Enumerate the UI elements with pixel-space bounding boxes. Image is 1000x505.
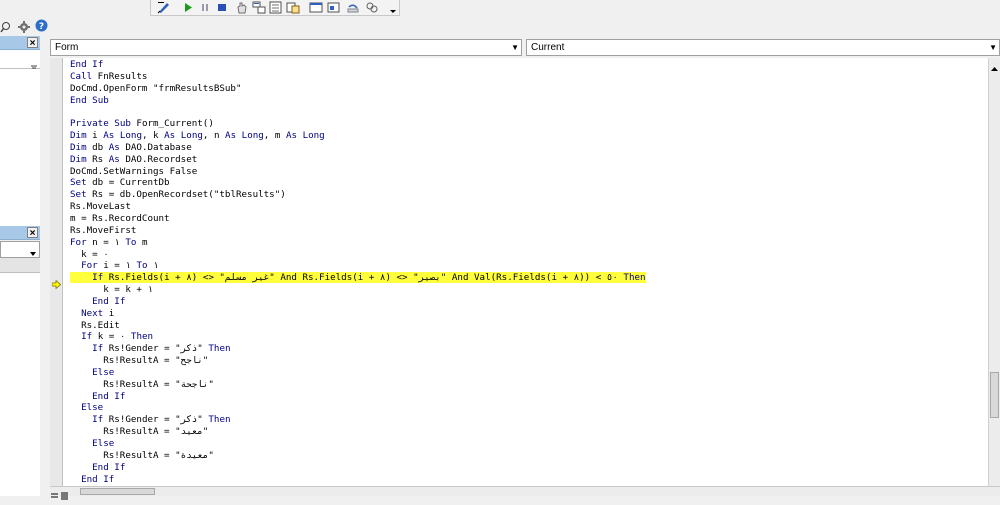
standard-toolbar	[150, 0, 400, 16]
code-line[interactable]: End If	[70, 59, 646, 71]
break-icon[interactable]	[198, 1, 212, 14]
project-explorer-titlebar: ×	[0, 36, 40, 50]
close-icon[interactable]: ×	[27, 227, 38, 239]
code-line[interactable]: Else	[70, 367, 646, 379]
code-line[interactable]: Rs.Edit	[70, 320, 646, 332]
code-line[interactable]: m = Rs.RecordCount	[70, 213, 646, 225]
code-line[interactable]: Private Sub Form_Current()	[70, 118, 646, 130]
code-line[interactable]: Else	[70, 402, 646, 414]
code-line[interactable]: End If	[70, 462, 646, 474]
full-module-view-icon[interactable]	[60, 487, 69, 500]
code-line[interactable]: Rs.MoveFirst	[70, 225, 646, 237]
help-icon[interactable]: ?	[35, 19, 48, 32]
left-toolbar: ?	[0, 18, 50, 36]
svg-text:?: ?	[39, 22, 44, 32]
code-line[interactable]: Call FnResults	[70, 71, 646, 83]
vertical-scrollbar[interactable]	[988, 58, 1000, 486]
code-line[interactable]: If Rs.Fields(i + ٨) <> "غير مسلم" And Rs…	[70, 272, 646, 284]
code-line[interactable]: Rs!ResultA = "معيد"	[70, 426, 646, 438]
code-line[interactable]: Rs!ResultA = "ناجحة"	[70, 379, 646, 391]
procedure-combo[interactable]: Current ▼	[526, 39, 1000, 56]
code-line[interactable]: If Rs!Gender = "ذكر" Then	[70, 343, 646, 355]
reset-icon[interactable]	[215, 1, 229, 14]
procedure-combo-value: Current	[531, 42, 565, 53]
run-icon[interactable]	[181, 1, 195, 14]
properties-object-combo[interactable]	[0, 241, 40, 258]
code-line[interactable]: Dim i As Long, k As Long, n As Long, m A…	[70, 130, 646, 142]
design-mode-icon[interactable]	[157, 1, 171, 14]
project-explorer-icon[interactable]	[252, 1, 266, 14]
undo-icon[interactable]	[346, 1, 360, 14]
horizontal-scrollbar[interactable]	[50, 486, 1000, 500]
code-line[interactable]	[70, 106, 646, 118]
code-line[interactable]: Next i	[70, 308, 646, 320]
code-line[interactable]: If Rs!Gender = "ذكر" Then	[70, 414, 646, 426]
resize-grip-icon[interactable]	[30, 56, 38, 69]
code-line[interactable]: DoCmd.OpenForm "frmResultsBSub"	[70, 83, 646, 95]
code-line[interactable]: Rs!ResultA = "ناجح"	[70, 355, 646, 367]
scroll-up-icon[interactable]	[990, 60, 999, 71]
code-window[interactable]: End If Call FnResults DoCmd.OpenForm "frmR…	[63, 58, 988, 486]
code-line[interactable]: For n = ١ To m	[70, 237, 646, 249]
code-line[interactable]: If k = ٠ Then	[70, 331, 646, 343]
code-line[interactable]: Dim Rs As DAO.Recordset	[70, 154, 646, 166]
object-combo[interactable]: Form ▼	[50, 39, 522, 56]
horizontal-scroll-thumb[interactable]	[80, 488, 155, 495]
pane-splitter[interactable]	[40, 36, 50, 496]
execution-pointer-icon	[51, 276, 62, 290]
object-browser-icon[interactable]	[286, 1, 300, 14]
project-explorer-toolbar	[0, 50, 40, 69]
project-explorer-tree[interactable]	[0, 69, 40, 226]
chevron-down-icon[interactable]	[29, 245, 37, 256]
code-line[interactable]: k = ٠	[70, 249, 646, 261]
code-line[interactable]: Set Rs = db.OpenRecordset("tblResults")	[70, 189, 646, 201]
settings-icon[interactable]	[18, 20, 30, 33]
code-lines: End If Call FnResults DoCmd.OpenForm "frmR…	[70, 59, 646, 485]
properties-grid[interactable]	[0, 273, 40, 496]
help-icon[interactable]	[365, 1, 379, 14]
hand-icon[interactable]	[235, 1, 249, 14]
close-icon[interactable]: ×	[27, 37, 38, 49]
code-line[interactable]: End If	[70, 296, 646, 308]
code-line[interactable]: For i = ١ To ١	[70, 260, 646, 272]
procedure-view-icon[interactable]	[50, 487, 59, 498]
properties-titlebar: ×	[0, 226, 40, 240]
toolbar-options-icon[interactable]	[389, 1, 397, 14]
code-line[interactable]: Dim db As DAO.Database	[70, 142, 646, 154]
code-line[interactable]: DoCmd.SetWarnings False	[70, 166, 646, 178]
code-line[interactable]: k = k + ١	[70, 284, 646, 296]
code-line[interactable]: End If	[70, 391, 646, 403]
toolbox-icon[interactable]	[309, 1, 323, 14]
vertical-scroll-thumb[interactable]	[990, 372, 999, 418]
code-line[interactable]: End Sub	[70, 95, 646, 107]
code-line[interactable]: Rs.MoveLast	[70, 201, 646, 213]
toolbar	[0, 0, 1000, 18]
code-line[interactable]: Rs!ResultA = "معيدة"	[70, 450, 646, 462]
code-line[interactable]: End If	[70, 474, 646, 486]
chevron-down-icon[interactable]: ▼	[511, 40, 519, 55]
chevron-down-icon[interactable]: ▼	[989, 40, 997, 55]
search-icon[interactable]	[0, 20, 11, 33]
code-line[interactable]: Else	[70, 438, 646, 450]
code-line[interactable]: Set db = CurrentDb	[70, 177, 646, 189]
properties-icon[interactable]	[269, 1, 283, 14]
margin-indicator-bar[interactable]	[50, 58, 63, 486]
properties-tabs[interactable]	[0, 258, 40, 273]
object-combo-value: Form	[55, 42, 79, 53]
form-icon[interactable]	[327, 1, 341, 14]
